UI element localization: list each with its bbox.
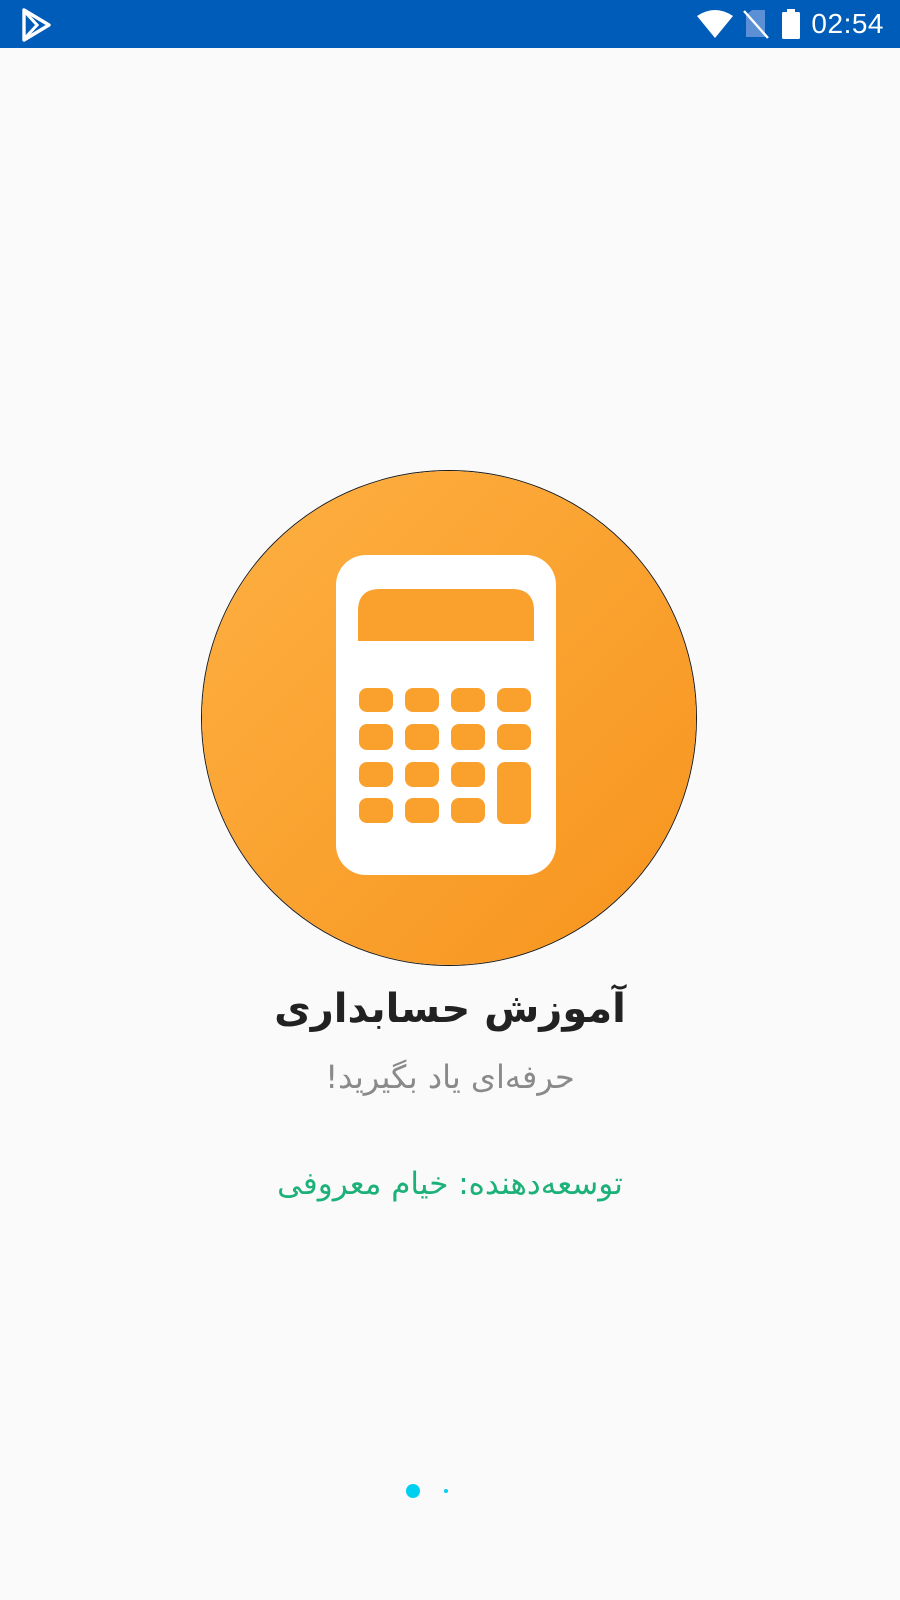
splash-screen[interactable]: آموزش حسابداری حرفه‌ای یاد بگیرید! توسعه… — [0, 48, 900, 1600]
calculator-icon — [202, 471, 696, 965]
battery-icon — [781, 9, 801, 39]
no-sim-icon — [743, 9, 770, 39]
clock: 02:54 — [811, 8, 884, 39]
page-dot-active[interactable] — [406, 1484, 420, 1498]
developer-credit: توسعه‌دهنده: خیام معروفی — [277, 1166, 623, 1202]
wifi-icon — [697, 10, 734, 38]
status-icons: 02:54 — [697, 0, 884, 48]
app-subtitle: حرفه‌ای یاد بگیرید! — [325, 1058, 575, 1096]
status-bar: 02:54 — [0, 0, 900, 48]
page-dot-inactive[interactable] — [444, 1489, 448, 1493]
app-logo — [201, 470, 697, 966]
play-logo-icon — [18, 7, 54, 43]
page-indicator — [0, 1480, 900, 1504]
app-title: آموزش حسابداری — [274, 986, 626, 1032]
